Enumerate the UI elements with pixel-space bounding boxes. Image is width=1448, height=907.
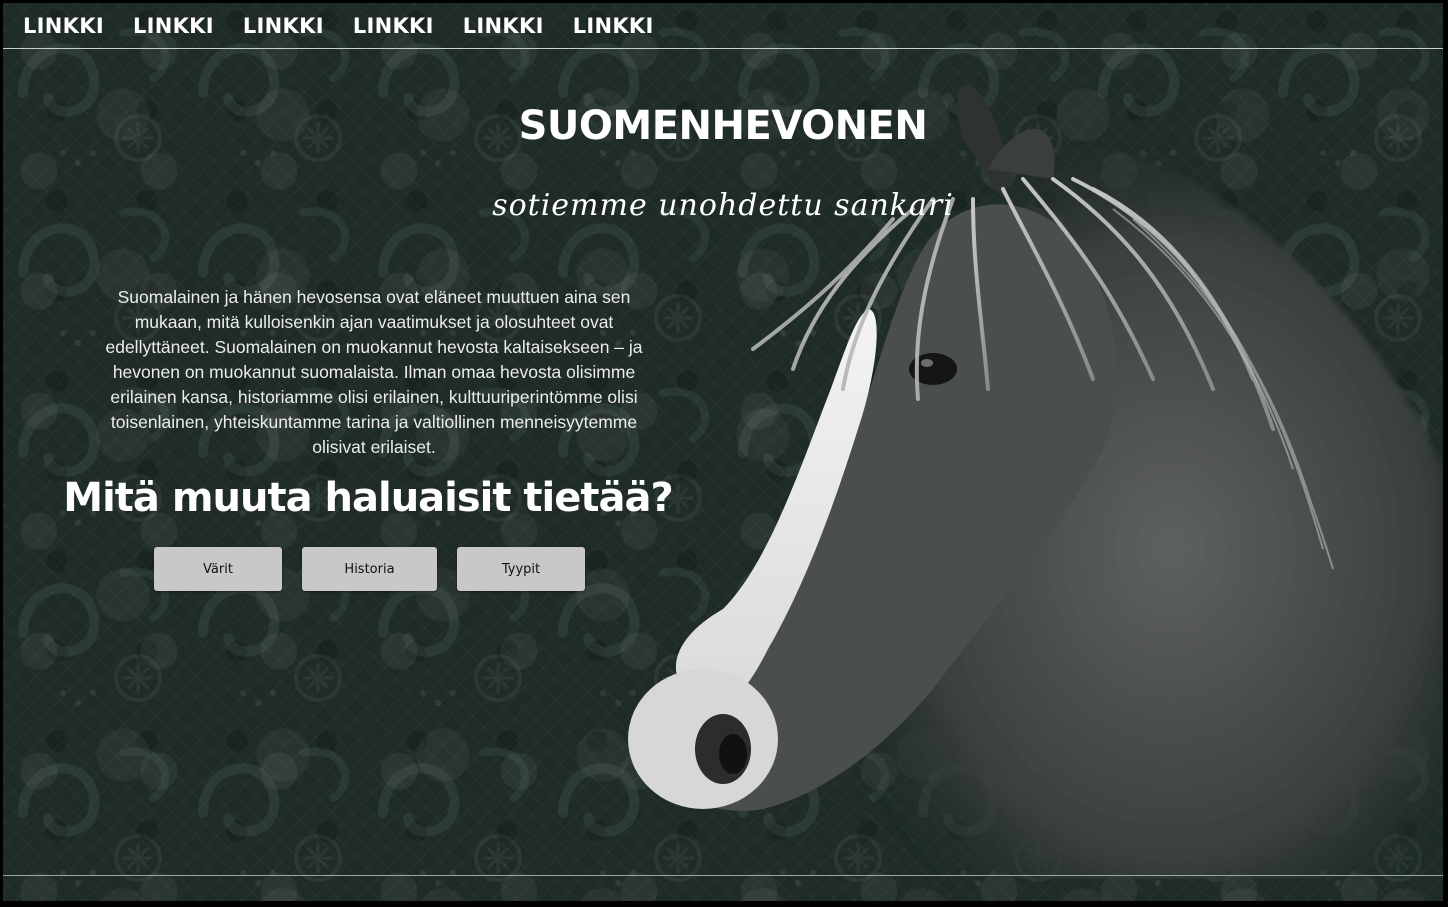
- page-title: SUOMENHEVONEN: [518, 103, 928, 149]
- horse-portrait-image: [628, 84, 1443, 879]
- footer-divider: [3, 875, 1443, 876]
- nav-link-3[interactable]: LINKKI: [243, 14, 324, 38]
- nav-link-5[interactable]: LINKKI: [463, 14, 544, 38]
- intro-paragraph: Suomalainen ja hänen hevosensa ovat elän…: [105, 287, 643, 457]
- nav-link-1[interactable]: LINKKI: [23, 14, 104, 38]
- nav-link-6[interactable]: LINKKI: [573, 14, 654, 38]
- more-info-heading: Mitä muuta haluaisit tietää?: [63, 475, 673, 521]
- types-button[interactable]: Tyypit: [457, 547, 585, 591]
- topic-buttons: Värit Historia Tyypit: [154, 547, 605, 591]
- top-navigation: LINKKI LINKKI LINKKI LINKKI LINKKI LINKK…: [3, 3, 1443, 49]
- colors-button[interactable]: Värit: [154, 547, 282, 591]
- history-button[interactable]: Historia: [302, 547, 437, 591]
- nav-link-2[interactable]: LINKKI: [133, 14, 214, 38]
- nav-link-4[interactable]: LINKKI: [353, 14, 434, 38]
- page-subtitle: sotiemme unohdettu sankari: [492, 188, 954, 223]
- page-frame: LINKKI LINKKI LINKKI LINKKI LINKKI LINKK…: [3, 3, 1443, 901]
